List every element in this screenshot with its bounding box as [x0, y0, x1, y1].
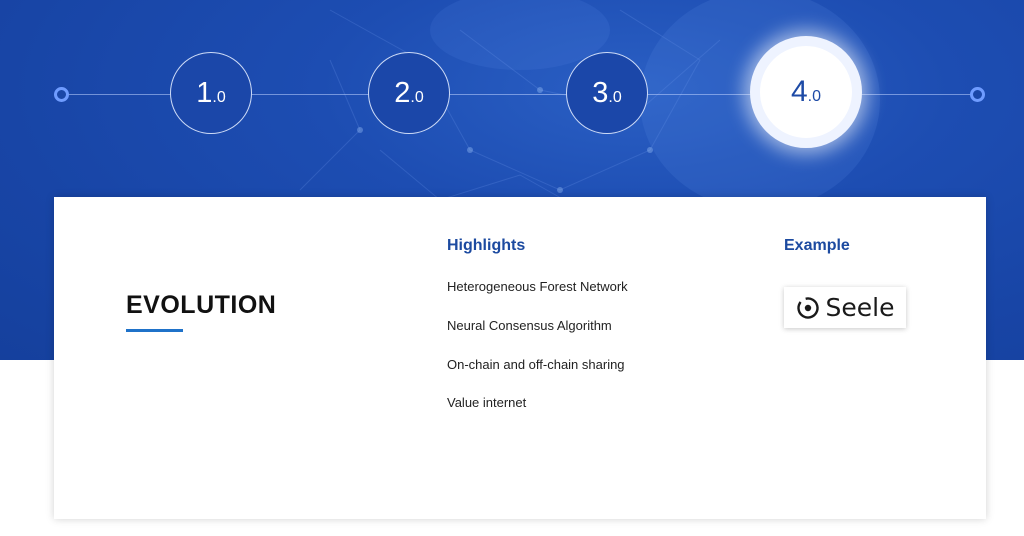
version-minor: .0: [410, 89, 424, 106]
timeline-start-dot: [54, 87, 69, 102]
version-3-button[interactable]: 3.0: [566, 52, 648, 134]
version-4-button-active[interactable]: 4.0: [750, 36, 862, 148]
seele-logo-link[interactable]: Seele: [784, 287, 906, 328]
version-minor: .0: [212, 89, 226, 106]
version-minor: .0: [608, 89, 622, 106]
version-major: 1: [196, 76, 213, 109]
highlight-item: Value internet: [447, 395, 527, 410]
version-minor: .0: [807, 88, 822, 105]
highlight-item: On-chain and off-chain sharing: [447, 357, 625, 372]
highlights-heading: Highlights: [447, 237, 526, 254]
version-major: 3: [592, 76, 609, 109]
highlight-item: Neural Consensus Algorithm: [447, 318, 612, 333]
example-heading: Example: [784, 237, 850, 254]
version-major: 2: [394, 76, 411, 109]
card-title: EVOLUTION: [126, 291, 277, 319]
highlight-item: Heterogeneous Forest Network: [447, 279, 628, 294]
seele-logo-text: Seele: [825, 293, 895, 322]
version-1-button[interactable]: 1.0: [170, 52, 252, 134]
title-underline: [126, 329, 183, 332]
version-2-button[interactable]: 2.0: [368, 52, 450, 134]
version-detail-card: EVOLUTION Highlights Heterogeneous Fores…: [54, 197, 986, 519]
version-major: 4: [790, 75, 808, 108]
seele-logo-icon: [796, 296, 819, 319]
timeline-end-dot: [970, 87, 985, 102]
